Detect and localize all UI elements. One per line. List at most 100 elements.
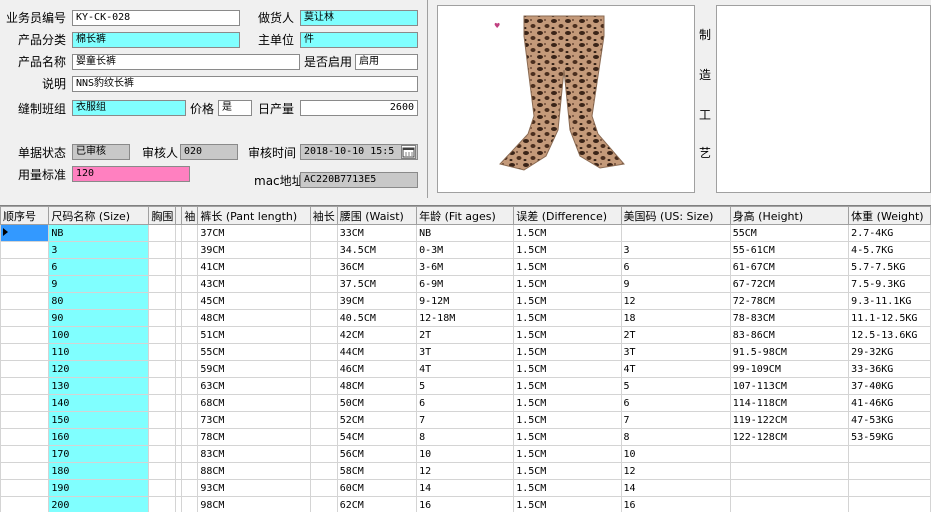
col-chest-header[interactable]: 胸围 — [149, 207, 176, 225]
pant-length-cell[interactable]: 88CM — [198, 463, 310, 480]
difference-cell[interactable]: 1.5CM — [514, 276, 621, 293]
size-cell[interactable]: 6 — [49, 259, 149, 276]
weight-cell[interactable]: 2.7-4KG — [849, 225, 931, 242]
waist-cell[interactable]: 36CM — [337, 259, 416, 276]
table-row[interactable]: 943CM37.5CM6-9M1.5CM967-72CM7.5-9.3KG — [1, 276, 931, 293]
chest-cell[interactable] — [149, 344, 176, 361]
waist-cell[interactable]: 58CM — [337, 463, 416, 480]
height-cell[interactable]: 99-109CM — [730, 361, 848, 378]
waist-cell[interactable]: 56CM — [337, 446, 416, 463]
sleeve-length-cell[interactable] — [310, 310, 337, 327]
height-cell[interactable]: 107-113CM — [730, 378, 848, 395]
difference-cell[interactable]: 1.5CM — [514, 242, 621, 259]
height-cell[interactable]: 55-61CM — [730, 242, 848, 259]
chest-cell[interactable] — [149, 378, 176, 395]
us-size-cell[interactable]: 3T — [621, 344, 730, 361]
weight-cell[interactable] — [849, 463, 931, 480]
pant-length-cell[interactable]: 39CM — [198, 242, 310, 259]
difference-cell[interactable]: 1.5CM — [514, 259, 621, 276]
chest-cell[interactable] — [149, 259, 176, 276]
description-field[interactable]: NNS豹纹长裤 — [72, 76, 418, 92]
height-cell[interactable]: 91.5-98CM — [730, 344, 848, 361]
sleeve-cell[interactable] — [182, 293, 198, 310]
sleeve-length-cell[interactable] — [310, 446, 337, 463]
chest-cell[interactable] — [149, 242, 176, 259]
us-size-cell[interactable]: 6 — [621, 259, 730, 276]
size-cell[interactable]: 9 — [49, 276, 149, 293]
seq-cell[interactable] — [1, 378, 49, 395]
made-by-field[interactable]: 莫让林 — [300, 10, 418, 26]
pant-length-cell[interactable]: 68CM — [198, 395, 310, 412]
seq-cell[interactable] — [1, 446, 49, 463]
height-cell[interactable] — [730, 480, 848, 497]
difference-cell[interactable]: 1.5CM — [514, 310, 621, 327]
col-waist-header[interactable]: 腰围 (Waist) — [337, 207, 416, 225]
difference-cell[interactable]: 1.5CM — [514, 361, 621, 378]
seq-cell[interactable] — [1, 259, 49, 276]
us-size-cell[interactable]: 10 — [621, 446, 730, 463]
fit-ages-cell[interactable]: 8 — [417, 429, 514, 446]
weight-cell[interactable]: 4-5.7KG — [849, 242, 931, 259]
height-cell[interactable]: 72-78CM — [730, 293, 848, 310]
size-cell[interactable]: 160 — [49, 429, 149, 446]
waist-cell[interactable]: 44CM — [337, 344, 416, 361]
waist-cell[interactable]: 40.5CM — [337, 310, 416, 327]
height-cell[interactable]: 83-86CM — [730, 327, 848, 344]
fit-ages-cell[interactable]: 10 — [417, 446, 514, 463]
salesperson-code-field[interactable]: KY-CK-028 — [72, 10, 240, 26]
col-difference-header[interactable]: 误差 (Difference) — [514, 207, 621, 225]
seq-cell[interactable] — [1, 344, 49, 361]
pant-length-cell[interactable]: 93CM — [198, 480, 310, 497]
fit-ages-cell[interactable]: 14 — [417, 480, 514, 497]
chest-cell[interactable] — [149, 361, 176, 378]
chest-cell[interactable] — [149, 463, 176, 480]
seq-cell[interactable] — [1, 276, 49, 293]
us-size-cell[interactable]: 5 — [621, 378, 730, 395]
chest-cell[interactable] — [149, 480, 176, 497]
sleeve-cell[interactable] — [182, 480, 198, 497]
difference-cell[interactable]: 1.5CM — [514, 344, 621, 361]
difference-cell[interactable]: 1.5CM — [514, 429, 621, 446]
sleeve-cell[interactable] — [182, 463, 198, 480]
difference-cell[interactable]: 1.5CM — [514, 378, 621, 395]
daily-output-field[interactable]: 2600 — [300, 100, 418, 116]
fit-ages-cell[interactable]: 0-3M — [417, 242, 514, 259]
weight-cell[interactable] — [849, 480, 931, 497]
seq-cell[interactable] — [1, 463, 49, 480]
difference-cell[interactable]: 1.5CM — [514, 293, 621, 310]
fit-ages-cell[interactable]: 2T — [417, 327, 514, 344]
sleeve-cell[interactable] — [182, 378, 198, 395]
sleeve-cell[interactable] — [182, 327, 198, 344]
weight-cell[interactable]: 12.5-13.6KG — [849, 327, 931, 344]
product-name-field[interactable]: 婴童长裤 — [72, 54, 300, 70]
pant-length-cell[interactable]: 43CM — [198, 276, 310, 293]
pant-length-cell[interactable]: 73CM — [198, 412, 310, 429]
seq-cell[interactable] — [1, 429, 49, 446]
size-cell[interactable]: 200 — [49, 497, 149, 512]
seq-cell[interactable] — [1, 327, 49, 344]
height-cell[interactable]: 61-67CM — [730, 259, 848, 276]
table-row[interactable]: 339CM34.5CM0-3M1.5CM355-61CM4-5.7KG — [1, 242, 931, 259]
sleeve-length-cell[interactable] — [310, 242, 337, 259]
difference-cell[interactable]: 1.5CM — [514, 497, 621, 512]
calendar-icon[interactable] — [401, 145, 416, 159]
pant-length-cell[interactable]: 83CM — [198, 446, 310, 463]
table-row[interactable]: 15073CM52CM71.5CM7119-122CM47-53KG — [1, 412, 931, 429]
sleeve-cell[interactable] — [182, 344, 198, 361]
us-size-cell[interactable]: 7 — [621, 412, 730, 429]
col-height-header[interactable]: 身高 (Height) — [730, 207, 848, 225]
pant-length-cell[interactable]: 63CM — [198, 378, 310, 395]
product-photo[interactable]: ♥ — [437, 5, 695, 193]
pant-length-cell[interactable]: 98CM — [198, 497, 310, 512]
chest-cell[interactable] — [149, 276, 176, 293]
pant-length-cell[interactable]: 41CM — [198, 259, 310, 276]
col-pant-length-header[interactable]: 裤长 (Pant length) — [198, 207, 310, 225]
col-sleeve-header[interactable]: 袖 — [182, 207, 198, 225]
size-cell[interactable]: 120 — [49, 361, 149, 378]
waist-cell[interactable]: 39CM — [337, 293, 416, 310]
table-row[interactable]: 11055CM44CM3T1.5CM3T91.5-98CM29-32KG — [1, 344, 931, 361]
weight-cell[interactable]: 41-46KG — [849, 395, 931, 412]
seq-cell[interactable] — [1, 310, 49, 327]
sleeve-cell[interactable] — [182, 412, 198, 429]
weight-cell[interactable]: 7.5-9.3KG — [849, 276, 931, 293]
